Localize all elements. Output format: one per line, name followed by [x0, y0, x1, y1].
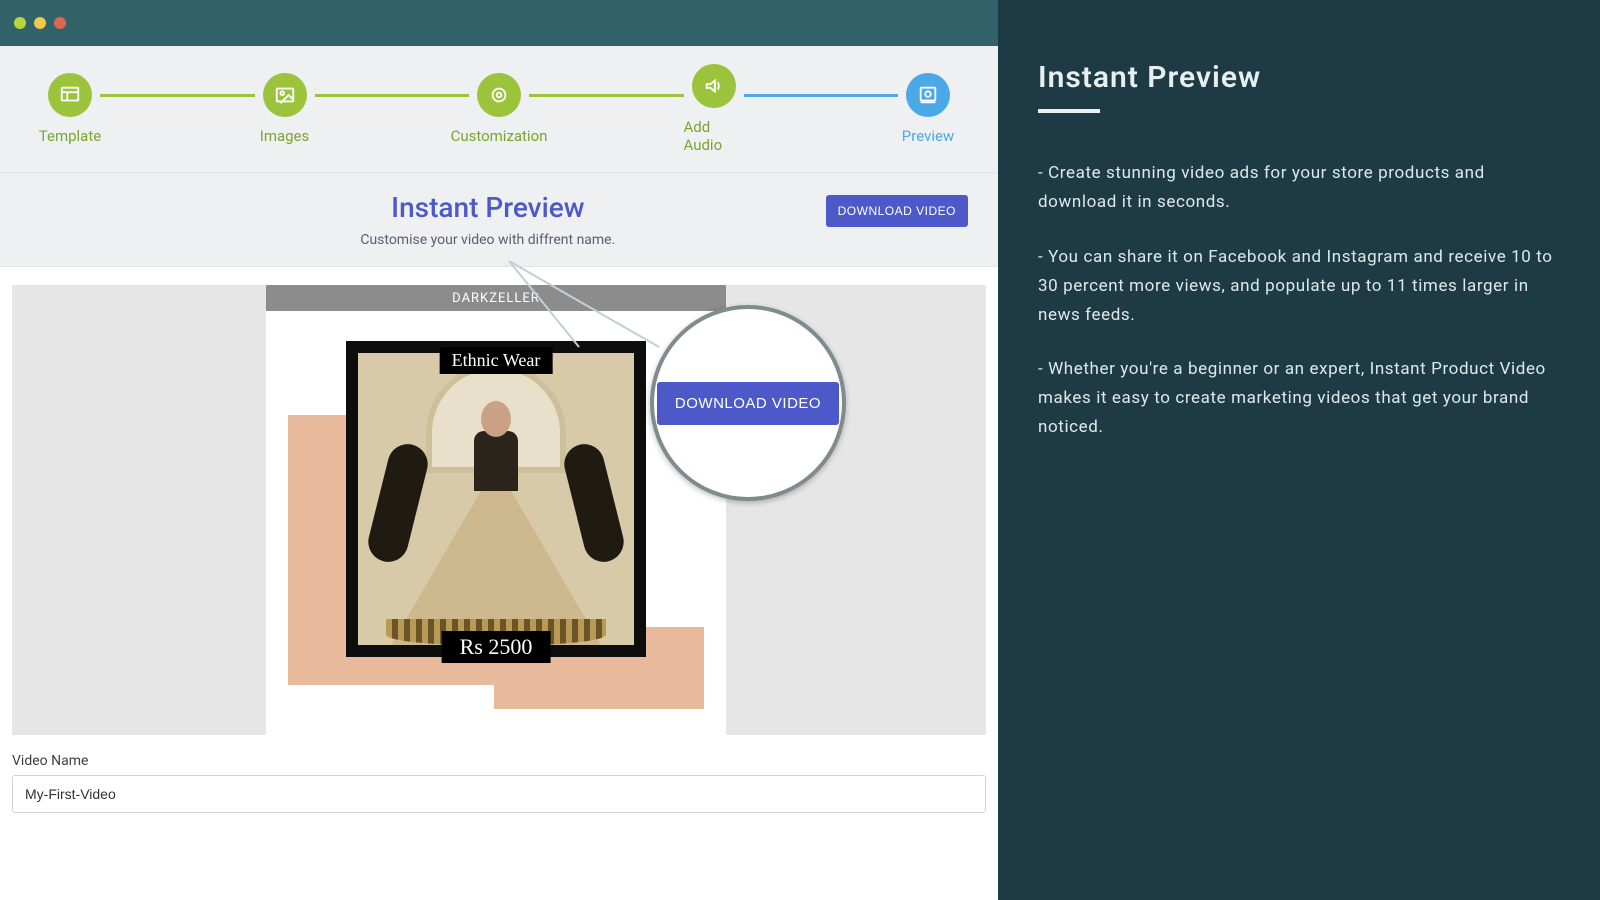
download-video-button[interactable]: DOWNLOAD VIDEO: [826, 195, 968, 227]
preview-row: DARKZELLER Ethnic Wear: [12, 285, 986, 735]
preview-icon: [906, 73, 950, 117]
gear-icon: [477, 73, 521, 117]
page-title: Instant Preview: [150, 191, 826, 224]
step-label: Customization: [451, 127, 548, 145]
step-customization[interactable]: Customization: [469, 73, 529, 145]
info-title-rule: [1038, 109, 1100, 113]
step-label: Images: [260, 127, 310, 145]
step-add-audio[interactable]: Add Audio: [684, 64, 744, 154]
prev-frame-thumb[interactable]: [12, 285, 266, 735]
step-preview[interactable]: Preview: [898, 73, 958, 145]
info-panel: Instant Preview - Create stunning video …: [998, 0, 1600, 900]
info-title: Instant Preview: [1038, 60, 1560, 95]
stepper-rail: [100, 94, 255, 97]
template-icon: [48, 73, 92, 117]
step-label: Preview: [902, 127, 954, 145]
window-maximize-dot[interactable]: [54, 17, 66, 29]
video-preview-frame: DARKZELLER Ethnic Wear: [266, 285, 726, 735]
window-titlebar: [0, 0, 998, 46]
page-subtitle: Customise your video with diffrent name.: [150, 232, 826, 248]
stepper-rail: [744, 94, 899, 97]
category-ribbon: Ethnic Wear: [440, 347, 553, 374]
price-badge: Rs 2500: [442, 631, 551, 663]
video-name-label: Video Name: [12, 753, 986, 769]
brand-band: DARKZELLER: [266, 285, 726, 311]
window-close-dot[interactable]: [14, 17, 26, 29]
info-bullet: - You can share it on Facebook and Insta…: [1038, 243, 1560, 330]
info-bullet: - Whether you're a beginner or an expert…: [1038, 355, 1560, 442]
audio-icon: [692, 64, 736, 108]
product-image: [358, 353, 634, 645]
magnifier-callout: DOWNLOAD VIDEO: [650, 305, 846, 501]
download-video-button-large[interactable]: DOWNLOAD VIDEO: [657, 382, 839, 425]
info-text: - Create stunning video ads for your sto…: [1038, 159, 1560, 442]
step-label: Template: [39, 127, 101, 145]
app-window: Template Images Customization: [0, 0, 998, 900]
page-header: Instant Preview Customise your video wit…: [0, 173, 998, 267]
video-name-input[interactable]: [12, 775, 986, 813]
video-name-row: Video Name: [12, 753, 986, 813]
stepper-rail: [529, 94, 684, 97]
step-label: Add Audio: [684, 118, 744, 154]
wizard-stepper: Template Images Customization: [0, 46, 998, 173]
window-minimize-dot[interactable]: [34, 17, 46, 29]
step-images[interactable]: Images: [255, 73, 315, 145]
preview-main: DARKZELLER Ethnic Wear: [0, 267, 998, 900]
stepper-rail: [315, 94, 470, 97]
images-icon: [263, 73, 307, 117]
product-card: Ethnic Wear Rs 2500: [346, 341, 646, 657]
info-bullet: - Create stunning video ads for your sto…: [1038, 159, 1560, 217]
step-template[interactable]: Template: [40, 73, 100, 145]
app-root: Template Images Customization: [0, 0, 1600, 900]
